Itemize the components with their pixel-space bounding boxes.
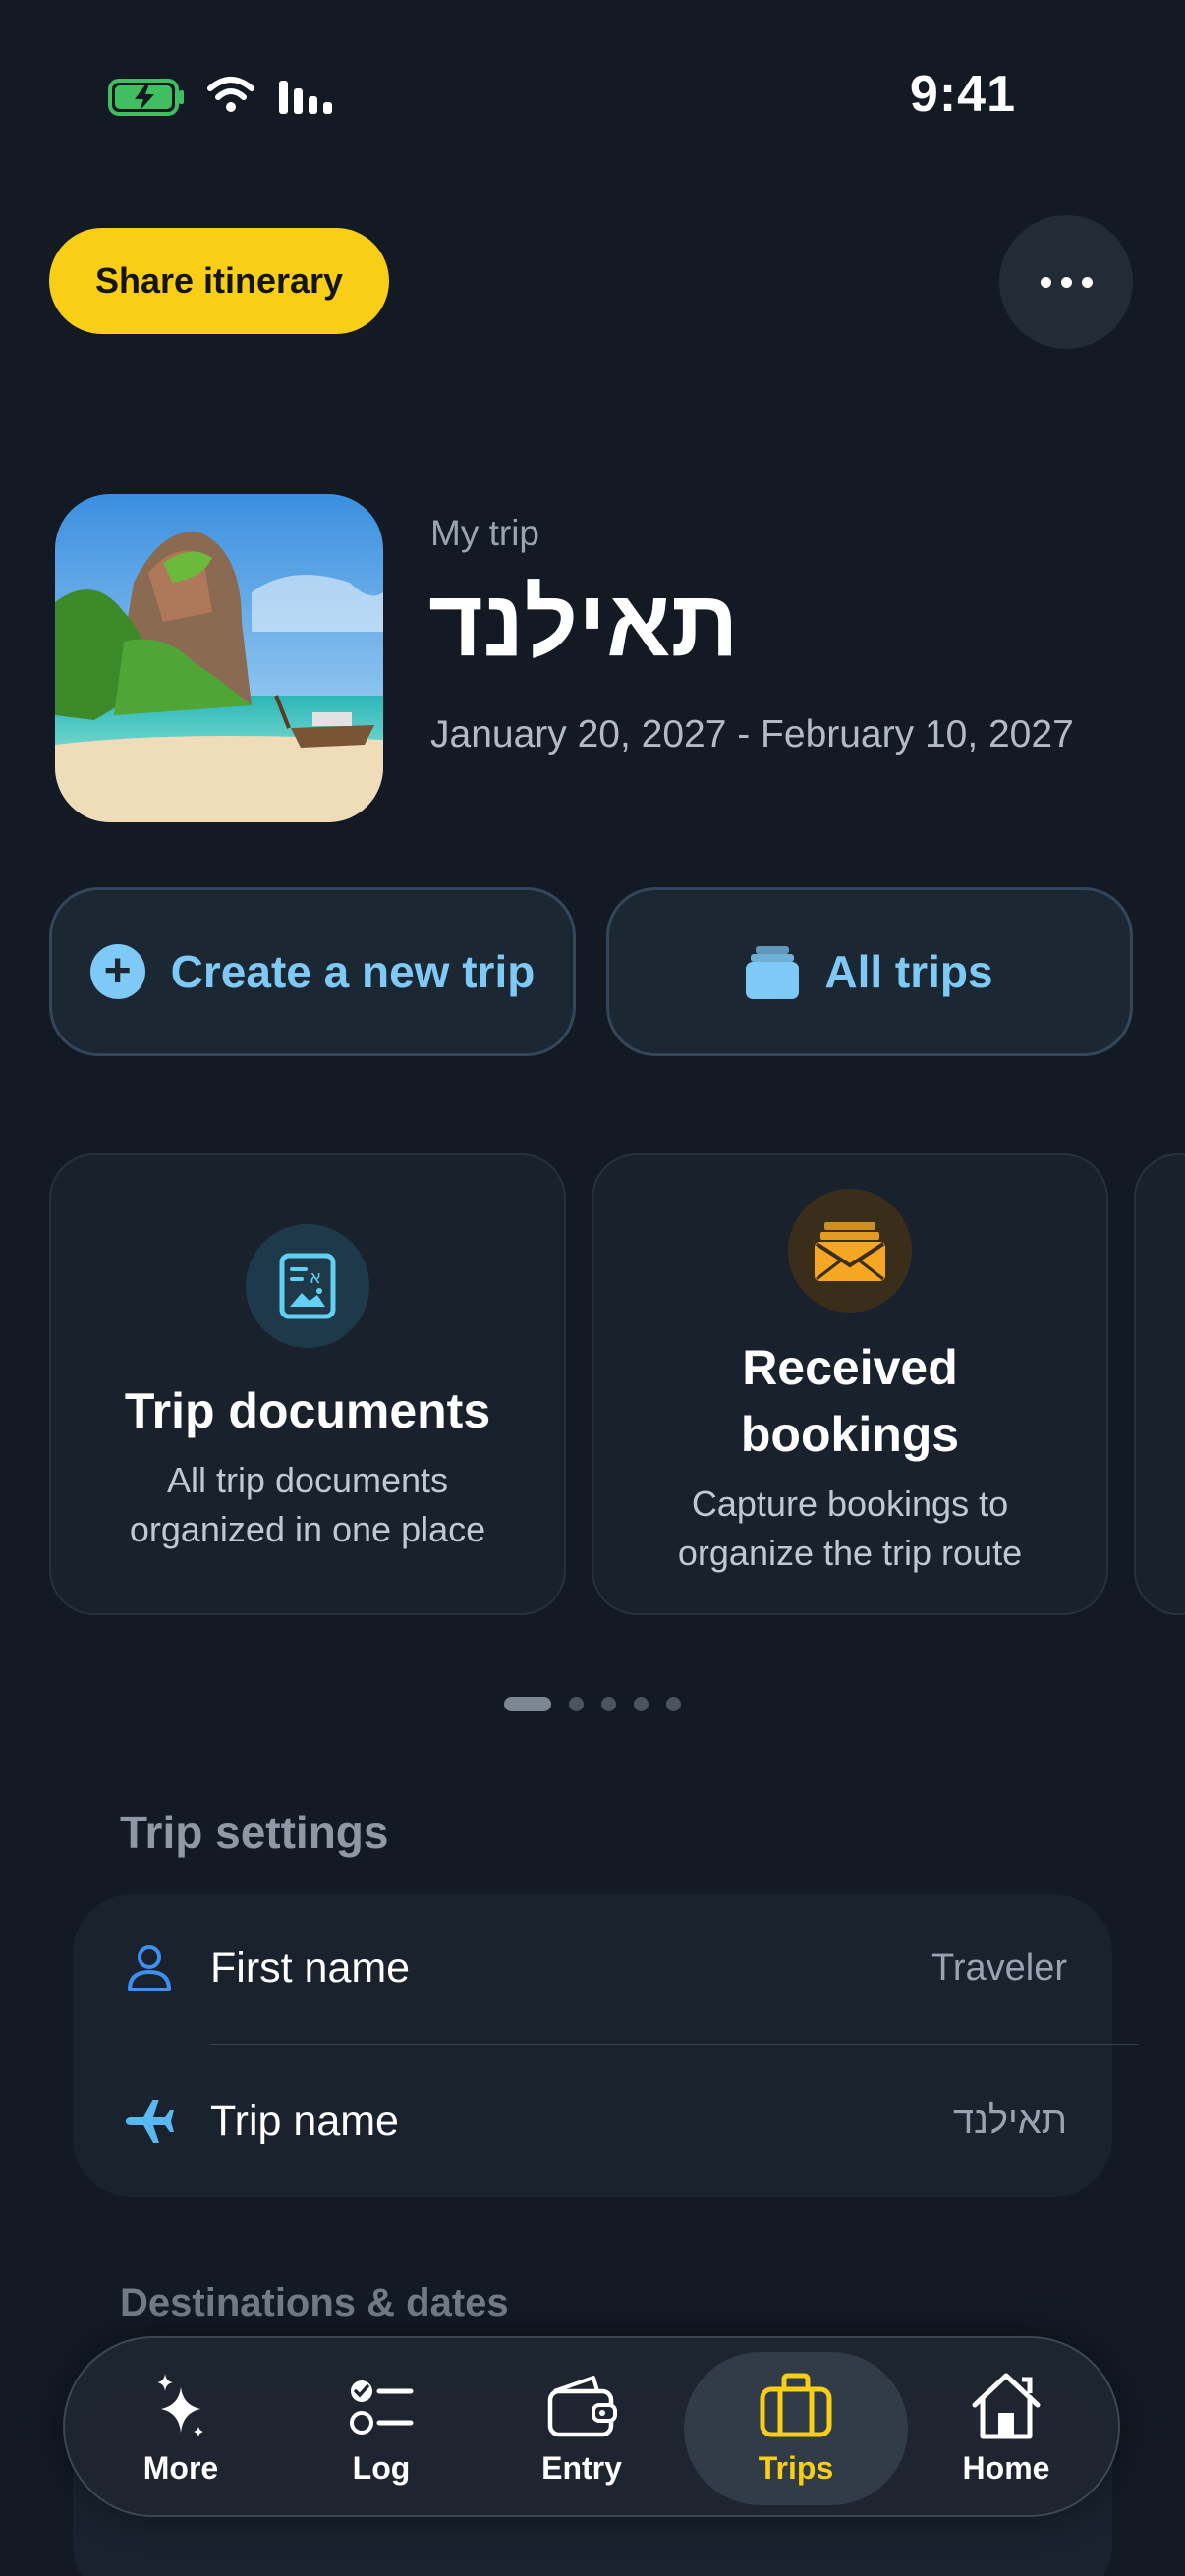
tab-bar: More Log Entry Trips Home xyxy=(63,2336,1120,2517)
tab-entry-label: Entry xyxy=(541,2450,622,2486)
envelope-icon xyxy=(815,1222,885,1281)
tab-more[interactable]: More xyxy=(83,2352,279,2505)
pager-dot[interactable] xyxy=(634,1697,649,1711)
received-bookings-card[interactable]: Received bookings Capture bookings to or… xyxy=(592,1153,1108,1615)
received-bookings-title: Received bookings xyxy=(740,1340,960,1462)
trip-documents-card[interactable]: א Trip documents All trip documents orga… xyxy=(49,1153,566,1615)
pager-dot[interactable] xyxy=(601,1697,616,1711)
airplane-icon xyxy=(126,2100,174,2143)
trip-name-value: תאילנד xyxy=(953,2100,1067,2142)
trip-documents-title: Trip documents xyxy=(124,1383,491,1438)
tab-entry[interactable]: Entry xyxy=(483,2352,680,2505)
tab-trips[interactable]: Trips xyxy=(684,2352,908,2505)
tab-log[interactable]: Log xyxy=(283,2352,480,2505)
sparkles-icon xyxy=(157,2374,203,2436)
trip-settings-card: First name Traveler Trip name תאילנד xyxy=(73,1894,1138,2197)
wallet-icon xyxy=(547,2376,617,2437)
trip-name-label: Trip name xyxy=(210,2097,399,2145)
card-icon-bg xyxy=(788,1189,912,1313)
destinations-heading: Destinations & dates xyxy=(120,2281,509,2324)
first-name-label: First name xyxy=(210,1943,411,1991)
received-bookings-desc: Capture bookings to organize the trip ro… xyxy=(677,1484,1023,1573)
first-name-value: Traveler xyxy=(931,1946,1067,1988)
beach-cliff-illustration xyxy=(55,494,383,822)
trip-name-row[interactable]: Trip name תאילנד xyxy=(73,2047,1112,2195)
cellular-signal-icon xyxy=(279,81,332,114)
card-icon-bg: א xyxy=(246,1224,369,1348)
home-icon xyxy=(972,2373,1041,2439)
create-new-trip-label: Create a new trip xyxy=(170,946,536,997)
trip-dates: January 20, 2027 - February 10, 2027 xyxy=(430,713,1074,756)
plus-circle-icon: + xyxy=(89,944,145,999)
trip-documents-desc: All trip documents organized in one plac… xyxy=(129,1460,486,1549)
person-icon xyxy=(128,1945,171,1991)
checklist-icon xyxy=(350,2380,414,2435)
tab-log-label: Log xyxy=(352,2450,411,2486)
svg-text:א: א xyxy=(310,1267,321,1288)
pager-dot[interactable] xyxy=(666,1697,681,1711)
next-card-peek[interactable] xyxy=(1134,1153,1185,1615)
document-icon: א xyxy=(279,1253,336,1319)
share-itinerary-button[interactable]: Share itinerary xyxy=(49,228,389,334)
tab-home[interactable]: Home xyxy=(908,2352,1104,2505)
divider xyxy=(210,2044,1138,2045)
status-bar: 9:41 xyxy=(0,0,1185,196)
all-trips-label: All trips xyxy=(824,946,993,997)
trip-label: My trip xyxy=(430,513,539,553)
create-new-trip-button[interactable]: + Create a new trip xyxy=(49,887,576,1056)
stack-icon xyxy=(746,946,800,999)
tab-trips-label: Trips xyxy=(758,2450,834,2486)
battery-charging-icon xyxy=(108,79,184,116)
tab-home-label: Home xyxy=(962,2450,1050,2486)
trip-title: תאילנד xyxy=(428,571,739,676)
trip-cover-image[interactable] xyxy=(55,494,383,822)
all-trips-button[interactable]: All trips xyxy=(606,887,1133,1056)
trip-settings-heading: Trip settings xyxy=(120,1807,389,1858)
wifi-icon xyxy=(207,77,254,112)
tab-more-label: More xyxy=(142,2450,219,2486)
pager-dot-active[interactable] xyxy=(504,1697,551,1711)
first-name-row[interactable]: First name Traveler xyxy=(73,1894,1112,2042)
carousel-pager[interactable] xyxy=(0,1697,1185,1711)
ellipsis-icon xyxy=(1040,276,1051,288)
pager-dot[interactable] xyxy=(569,1697,584,1711)
suitcase-icon xyxy=(760,2373,832,2437)
more-options-button[interactable] xyxy=(999,215,1133,349)
status-time: 9:41 xyxy=(909,66,1016,123)
